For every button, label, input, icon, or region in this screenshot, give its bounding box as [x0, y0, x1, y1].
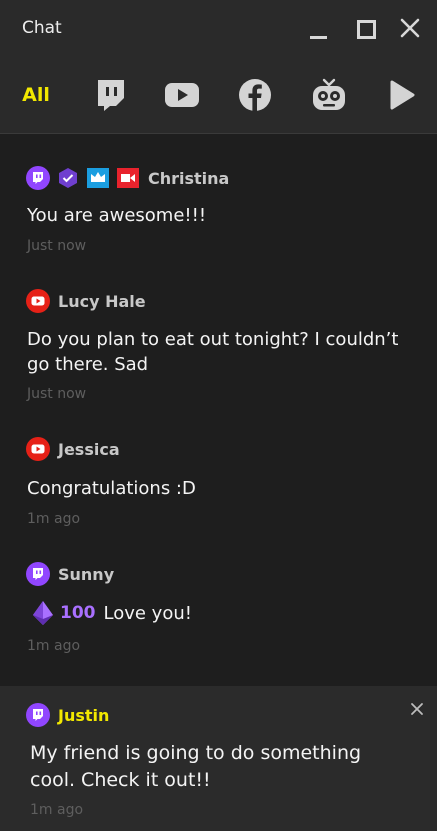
dismiss-highlight-button[interactable]	[408, 700, 426, 718]
message-timestamp: Just now	[27, 386, 87, 402]
filter-more-tab[interactable]	[388, 76, 416, 114]
youtube-icon	[26, 437, 50, 461]
author-name[interactable]: Jessica	[58, 440, 120, 459]
message-text: You are awesome!!!	[27, 205, 207, 226]
author-name[interactable]: Justin	[58, 706, 109, 725]
maximize-button[interactable]	[355, 16, 379, 40]
message-header: Justin	[26, 702, 109, 728]
close-icon	[400, 18, 420, 38]
message-header: Jessica	[26, 436, 120, 462]
filter-bot-tab[interactable]	[311, 76, 347, 114]
twitch-icon	[26, 562, 50, 586]
window-title: Chat	[22, 18, 62, 38]
message-timestamp: Just now	[27, 238, 87, 254]
minimize-button[interactable]	[308, 16, 332, 40]
twitch-icon	[26, 703, 50, 727]
message-text: Love you!	[103, 602, 192, 624]
filter-twitch-tab[interactable]	[93, 76, 127, 114]
facebook-icon	[239, 79, 271, 111]
platform-filter-bar: All	[0, 58, 437, 134]
verified-badge-icon	[56, 166, 80, 190]
close-button[interactable]	[398, 16, 422, 40]
bits-gem-icon	[33, 601, 53, 625]
message-timestamp: 1m ago	[27, 511, 81, 527]
message-timestamp: 1m ago	[27, 638, 81, 654]
message-header: Lucy Hale	[26, 288, 146, 314]
robot-icon	[313, 78, 345, 110]
youtube-icon	[165, 83, 199, 107]
close-icon	[411, 703, 423, 715]
message-timestamp: 1m ago	[30, 802, 84, 818]
video-badge-icon	[116, 166, 140, 190]
author-name[interactable]: Lucy Hale	[58, 292, 146, 311]
twitch-icon	[98, 80, 124, 111]
message-header: Sunny	[26, 561, 114, 587]
message-text: Do you plan to eat out tonight? I couldn…	[27, 329, 399, 375]
author-name[interactable]: Sunny	[58, 565, 114, 584]
youtube-icon	[26, 289, 50, 313]
author-name[interactable]: Christina	[148, 169, 229, 188]
message-header: Christina	[26, 165, 229, 191]
crown-badge-icon	[86, 166, 110, 190]
message-text-row: 100 Love you!	[27, 599, 411, 627]
filter-youtube-tab[interactable]	[164, 76, 200, 114]
bits-amount: 100	[60, 602, 96, 623]
filter-all-tab[interactable]: All	[20, 76, 52, 114]
message-text: Congratulations :D	[27, 478, 196, 499]
twitch-icon	[26, 166, 50, 190]
play-icon	[390, 80, 415, 110]
message-text: My friend is going to do something cool.…	[30, 742, 362, 791]
title-bar: Chat	[0, 0, 437, 58]
filter-facebook-tab[interactable]	[238, 76, 272, 114]
